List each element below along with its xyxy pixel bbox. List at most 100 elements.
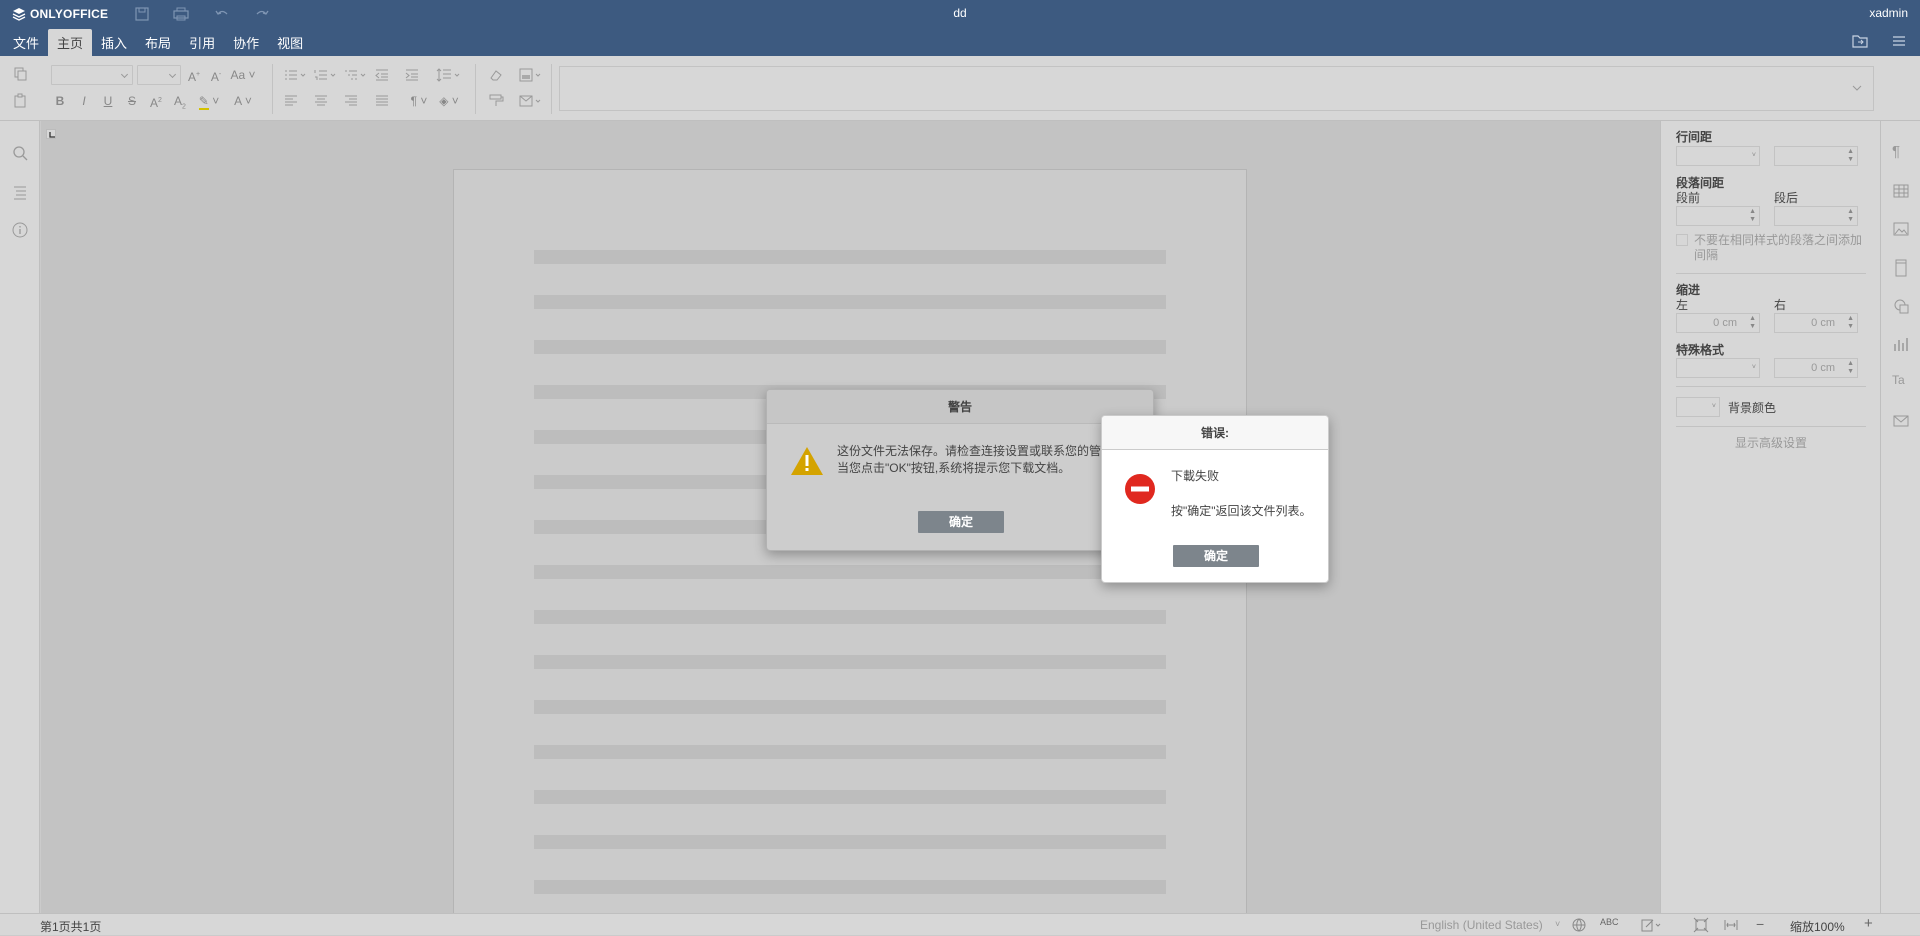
chart-settings-icon[interactable] [1892, 335, 1910, 356]
special-format-label: 特殊格式 [1676, 343, 1725, 357]
paste-icon[interactable] [12, 93, 28, 109]
subscript-icon[interactable]: A2 [172, 93, 188, 110]
highlight-color-icon[interactable]: ✎ ˅ [196, 93, 222, 110]
mail-merge-settings-icon[interactable] [1892, 413, 1910, 432]
warning-ok-button[interactable]: 确定 [918, 511, 1004, 533]
shape-settings-icon[interactable] [1892, 297, 1910, 318]
text-line-placeholder [534, 340, 1166, 354]
bold-icon[interactable]: B [52, 93, 68, 109]
paragraph-settings-icon[interactable]: ¶ [1892, 143, 1900, 160]
paragraph-shading-icon[interactable]: ◈ ˅ [436, 93, 462, 109]
font-color-icon[interactable]: A ˅ [230, 93, 256, 109]
tab-home[interactable]: 主页 [48, 29, 93, 56]
copy-icon[interactable] [12, 66, 28, 82]
numbered-list-icon[interactable] [313, 67, 337, 83]
align-left-icon[interactable] [283, 93, 299, 109]
tab-layout[interactable]: 布局 [136, 29, 180, 56]
search-icon[interactable] [11, 144, 29, 165]
zoom-level[interactable]: 缩放100% [1790, 918, 1845, 935]
bullet-list-icon[interactable] [283, 67, 307, 83]
special-format-select[interactable]: ˅ [1676, 358, 1760, 378]
font-size-select[interactable] [137, 65, 181, 85]
underline-icon[interactable]: U [100, 93, 116, 109]
no-space-checkbox-label: 不要在相同样式的段落之间添加间隔 [1694, 233, 1863, 262]
styles-gallery[interactable] [559, 66, 1874, 111]
spellcheck-icon[interactable]: ABC [1600, 917, 1619, 927]
left-sidebar [0, 121, 40, 913]
mail-merge-icon[interactable] [518, 93, 544, 109]
app-header: ONLYOFFICE dd xadmin 文件 主页 插入 布局 引用 协作 视… [0, 0, 1920, 56]
line-spacing-value-input[interactable]: ▲ ▼ [1774, 146, 1858, 166]
textart-settings-icon[interactable]: Ta [1892, 373, 1905, 387]
open-location-icon[interactable] [1851, 33, 1869, 49]
about-icon[interactable] [11, 221, 29, 242]
expand-styles-icon[interactable] [1851, 83, 1863, 93]
error-icon [1124, 473, 1156, 508]
text-line-placeholder [534, 745, 1166, 759]
zoom-in-icon[interactable]: + [1864, 915, 1873, 932]
advanced-settings-link[interactable]: 显示高级设置 [1676, 434, 1866, 451]
background-color-picker[interactable]: ˅ [1676, 397, 1720, 417]
spacing-before-input[interactable]: ▲ ▼ [1676, 206, 1760, 226]
toolbar-separator [272, 64, 273, 114]
toolbar-separator [551, 64, 552, 114]
chevron-down-icon: ˅ [1555, 919, 1561, 929]
fit-page-icon[interactable] [1693, 917, 1709, 936]
error-message-line1: 下載失败 [1171, 469, 1220, 483]
track-changes-icon[interactable] [1640, 917, 1664, 936]
error-dialog: 错误: 下載失败 按"确定"返回该文件列表。 确定 [1101, 415, 1329, 583]
right-indent-input[interactable]: 0 cm ▲ ▼ [1774, 313, 1858, 333]
zoom-out-icon[interactable]: − [1756, 916, 1764, 932]
navigation-icon[interactable] [11, 183, 29, 204]
tab-stop-selector[interactable] [46, 129, 56, 139]
justify-icon[interactable] [374, 93, 390, 109]
align-right-icon[interactable] [343, 93, 359, 109]
page-info: 第1页共1页 [40, 920, 102, 934]
line-spacing-icon[interactable] [436, 67, 462, 83]
increase-font-icon[interactable]: A+ [186, 67, 202, 84]
font-family-select[interactable] [51, 65, 133, 85]
text-line-placeholder [534, 250, 1166, 264]
tab-references[interactable]: 引用 [180, 29, 224, 56]
align-center-icon[interactable] [313, 93, 329, 109]
tab-file[interactable]: 文件 [4, 29, 48, 56]
decrease-indent-icon[interactable] [374, 67, 390, 83]
copy-style-icon[interactable] [488, 93, 504, 109]
no-space-checkbox[interactable] [1676, 234, 1688, 246]
color-scheme-icon[interactable] [518, 67, 544, 83]
tab-insert[interactable]: 插入 [92, 29, 136, 56]
left-indent-input[interactable]: 0 cm ▲ ▼ [1676, 313, 1760, 333]
text-line-placeholder [534, 295, 1166, 309]
warning-dialog: 警告 这份文件无法保存。请检查连接设置或联系您的管 当您点击"OK"按钮,系统将… [766, 389, 1154, 551]
error-ok-button[interactable]: 确定 [1173, 545, 1259, 567]
clear-style-icon[interactable] [488, 67, 504, 83]
language-select[interactable]: English (United States) [1420, 918, 1543, 932]
change-case-icon[interactable]: Aa ˅ [230, 67, 256, 83]
image-settings-icon[interactable] [1892, 221, 1910, 240]
italic-icon[interactable]: I [76, 93, 92, 109]
multilevel-list-icon[interactable] [343, 67, 367, 83]
panel-divider [1676, 273, 1866, 274]
increase-indent-icon[interactable] [404, 67, 420, 83]
main-tabs: 文件 主页 插入 布局 引用 协作 视图 [4, 29, 312, 56]
fit-width-icon[interactable] [1723, 917, 1739, 936]
strikethrough-icon[interactable]: S [124, 93, 140, 109]
decrease-font-icon[interactable]: A- [208, 67, 224, 84]
user-name[interactable]: xadmin [1869, 6, 1908, 20]
line-spacing-type-select[interactable]: ˅ [1676, 146, 1760, 166]
nonprinting-characters-icon[interactable]: ¶ ˅ [406, 93, 432, 109]
status-bar: 第1页共1页 English (United States) ˅ ABC − 缩… [0, 913, 1920, 935]
spacing-after-input[interactable]: ▲ ▼ [1774, 206, 1858, 226]
superscript-icon[interactable]: A2 [148, 93, 164, 110]
menu-icon[interactable] [1890, 33, 1908, 49]
tab-view[interactable]: 视图 [268, 29, 312, 56]
special-format-value-input[interactable]: 0 cm ▲ ▼ [1774, 358, 1858, 378]
doc-language-icon[interactable] [1571, 917, 1587, 936]
paragraph-settings-panel: 行间距 ˅ ▲ ▼ 段落间距 段前 段后 ▲ ▼ ▲ ▼ 不要在相同样式的段落之间添加… [1660, 121, 1880, 913]
text-line-placeholder [534, 655, 1166, 669]
tab-collaboration[interactable]: 协作 [224, 29, 268, 56]
warning-icon [789, 445, 825, 480]
header-footer-settings-icon[interactable] [1892, 259, 1910, 280]
before-label: 段前 [1676, 191, 1701, 205]
table-settings-icon[interactable] [1892, 183, 1910, 202]
